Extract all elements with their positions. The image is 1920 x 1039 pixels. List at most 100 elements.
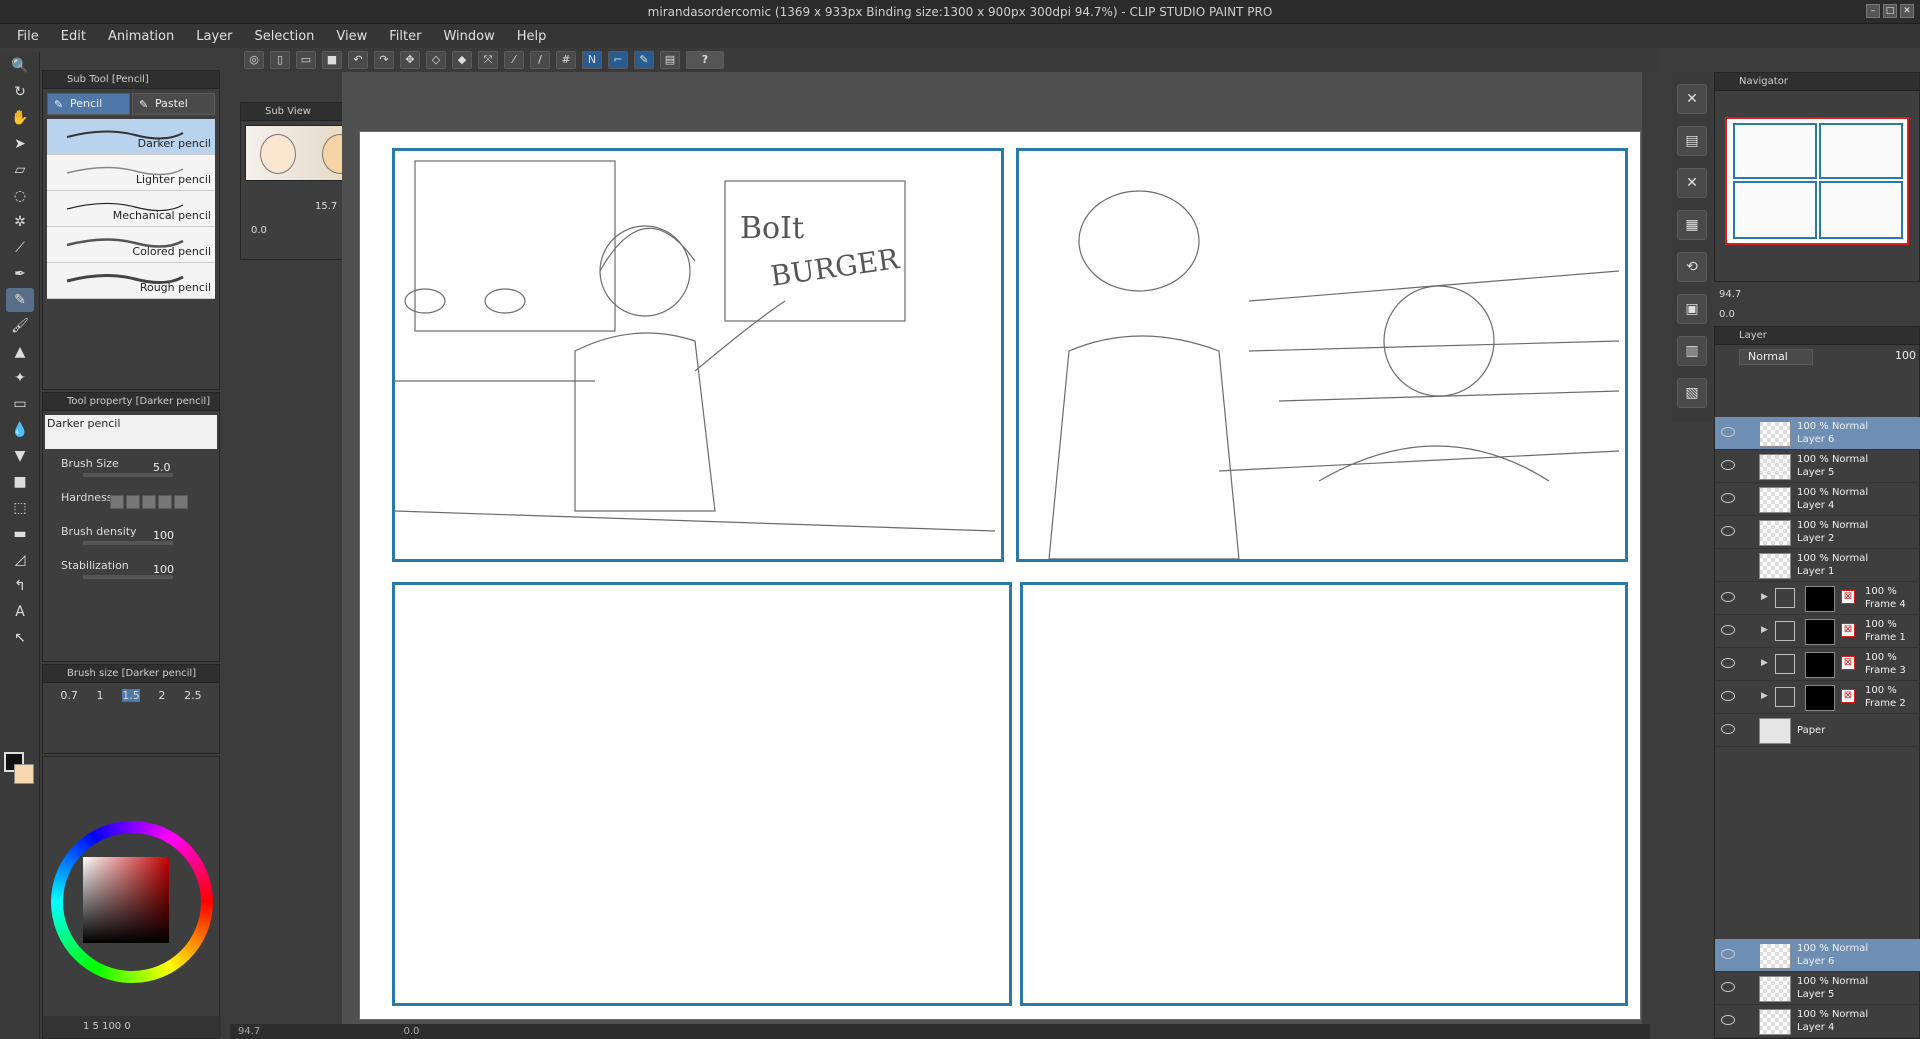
comic-panel-2[interactable] (1016, 148, 1628, 562)
layer-property-icon[interactable]: ▤ (1677, 126, 1707, 156)
layer-opacity[interactable]: 100 (1895, 349, 1916, 362)
eyedropper-icon[interactable]: ⟋ (6, 236, 34, 260)
navigator-toggle-icon[interactable]: ✕ (1677, 84, 1707, 114)
navigator-zoom[interactable]: 94.7 (1719, 289, 1741, 300)
mask-disabled-icon[interactable]: ⊠ (1841, 623, 1855, 637)
brush-colored-pencil[interactable]: Colored pencil (47, 227, 215, 263)
open-file-icon[interactable]: ▭ (296, 51, 316, 69)
visibility-eye-icon[interactable] (1721, 658, 1735, 668)
expand-arrow-icon[interactable]: ▶ (1761, 691, 1768, 701)
airbrush-icon[interactable]: ▲ (6, 340, 34, 364)
item-bank-icon[interactable]: ▥ (1677, 336, 1707, 366)
brush-icon[interactable]: 🖌 (6, 314, 34, 338)
brush-mechanical-pencil[interactable]: Mechanical pencil (47, 191, 215, 227)
brush-size-preset[interactable]: 1.5 (122, 689, 140, 702)
navigator-preview[interactable] (1725, 117, 1909, 245)
menu-view[interactable]: View (325, 29, 378, 44)
new-file-icon[interactable]: ▯ (270, 51, 290, 69)
blend-mode-select[interactable]: Normal (1739, 349, 1813, 365)
brush-size-preset[interactable]: 2 (158, 689, 165, 702)
snap-perspective-icon[interactable]: ⌐ (608, 51, 628, 69)
layer-row[interactable]: 100 % Normal Layer 2 (1715, 516, 1920, 549)
frame-folder-row[interactable]: ▶ ⊠ 100 % Frame 2 (1715, 681, 1920, 714)
figure-icon[interactable]: ⬚ (6, 496, 34, 520)
scale-icon[interactable]: ⤧ (478, 51, 498, 69)
expand-arrow-icon[interactable]: ▶ (1761, 592, 1768, 602)
move-icon[interactable]: ➤ (6, 132, 34, 156)
visibility-eye-icon[interactable] (1721, 592, 1735, 602)
canvas-page[interactable]: BoIt BURGER (360, 132, 1640, 1019)
eraser-tool-icon[interactable]: ▭ (6, 392, 34, 416)
text-icon[interactable]: A (6, 600, 34, 624)
menu-file[interactable]: File (6, 29, 50, 44)
close-button[interactable]: ✕ (1900, 4, 1914, 18)
layer-row[interactable]: 100 % Normal Layer 5 (1715, 450, 1920, 483)
status-zoom[interactable]: 94.7 (238, 1026, 260, 1037)
sub-color-swatch[interactable] (14, 764, 34, 784)
visibility-eye-icon[interactable] (1721, 724, 1735, 734)
menu-help[interactable]: Help (506, 29, 558, 44)
mask-disabled-icon[interactable]: ⊠ (1841, 656, 1855, 670)
menu-window[interactable]: Window (432, 29, 505, 44)
pencil-icon[interactable]: ✎ (6, 288, 34, 312)
layout-dropdown-icon[interactable]: ▤ (660, 51, 680, 69)
brush-density-slider[interactable] (83, 541, 173, 545)
save-icon[interactable]: ■ (322, 51, 342, 69)
rotate-icon[interactable]: ↻ (6, 80, 34, 104)
frame-folder-row[interactable]: ▶ ⊠ 100 % Frame 3 (1715, 648, 1920, 681)
brush-size-row[interactable]: Brush Size 5.0 (43, 453, 219, 487)
paper-layer-row[interactable]: Paper (1715, 714, 1920, 747)
help-button[interactable]: ? (686, 51, 724, 69)
layer-row[interactable]: 100 % Normal Layer 5 (1715, 972, 1920, 1005)
expand-arrow-icon[interactable]: ▶ (1761, 625, 1768, 635)
brush-density-row[interactable]: Brush density 100 (43, 521, 219, 555)
material-icon[interactable]: ▦ (1677, 210, 1707, 240)
saturation-value-square[interactable] (83, 857, 169, 943)
brush-rough-pencil[interactable]: Rough pencil (47, 263, 215, 299)
layer-row[interactable]: 100 % Normal Layer 1 (1715, 549, 1920, 582)
comic-panel-1[interactable]: BoIt BURGER (392, 148, 1004, 562)
comic-panel-4[interactable] (1020, 582, 1628, 1006)
hardness-selector[interactable] (110, 495, 188, 509)
sub-view-angle[interactable]: 0.0 (251, 225, 267, 236)
lasso-icon[interactable]: ◌ (6, 184, 34, 208)
stabilization-row[interactable]: Stabilization 100 (43, 555, 219, 589)
brush-darker-pencil[interactable]: Darker pencil (47, 119, 215, 155)
stabilization-slider[interactable] (83, 575, 173, 579)
brush-size-slider[interactable] (83, 473, 173, 477)
comic-panel-3[interactable] (392, 582, 1012, 1006)
visibility-eye-icon[interactable] (1721, 460, 1735, 470)
visibility-eye-icon[interactable] (1721, 625, 1735, 635)
menu-edit[interactable]: Edit (50, 29, 97, 44)
mask-disabled-icon[interactable]: ⊠ (1841, 590, 1855, 604)
timeline-icon[interactable]: ▧ (1677, 378, 1707, 408)
sub-view-zoom[interactable]: 15.7 (315, 201, 337, 212)
snap-ruler-icon[interactable]: / (530, 51, 550, 69)
expand-arrow-icon[interactable]: ▶ (1761, 658, 1768, 668)
brush-size-preset[interactable]: 0.7 (60, 689, 78, 702)
brush-lighter-pencil[interactable]: Lighter pencil (47, 155, 215, 191)
visibility-eye-icon[interactable] (1721, 526, 1735, 536)
brush-size-preset[interactable]: 2.5 (184, 689, 202, 702)
visibility-eye-icon[interactable] (1721, 982, 1735, 992)
menu-filter[interactable]: Filter (378, 29, 432, 44)
maximize-button[interactable]: □ (1883, 4, 1897, 18)
layer-search-icon[interactable]: ✕ (1677, 168, 1707, 198)
snap-off-icon[interactable]: ⁄ (504, 51, 524, 69)
snap-grid-icon[interactable]: # (556, 51, 576, 69)
navigator-angle[interactable]: 0.0 (1719, 309, 1735, 320)
visibility-eye-icon[interactable] (1721, 493, 1735, 503)
clear-icon[interactable]: ◇ (426, 51, 446, 69)
balloon-icon[interactable]: ↰ (6, 574, 34, 598)
transform-icon[interactable]: ✥ (400, 51, 420, 69)
menu-animation[interactable]: Animation (97, 29, 185, 44)
tab-pencil[interactable]: ✎ Pencil (47, 93, 130, 115)
frame-folder-row[interactable]: ▶ ⊠ 100 % Frame 4 (1715, 582, 1920, 615)
tab-pastel[interactable]: ✎ Pastel (132, 93, 215, 115)
layer-row[interactable]: 100 % Normal Layer 6 (1715, 939, 1920, 972)
fill-icon[interactable]: ◆ (452, 51, 472, 69)
mask-disabled-icon[interactable]: ⊠ (1841, 689, 1855, 703)
gradient-icon[interactable]: ■ (6, 470, 34, 494)
menu-layer[interactable]: Layer (185, 29, 243, 44)
correct-line-icon[interactable]: ↖ (6, 626, 34, 650)
